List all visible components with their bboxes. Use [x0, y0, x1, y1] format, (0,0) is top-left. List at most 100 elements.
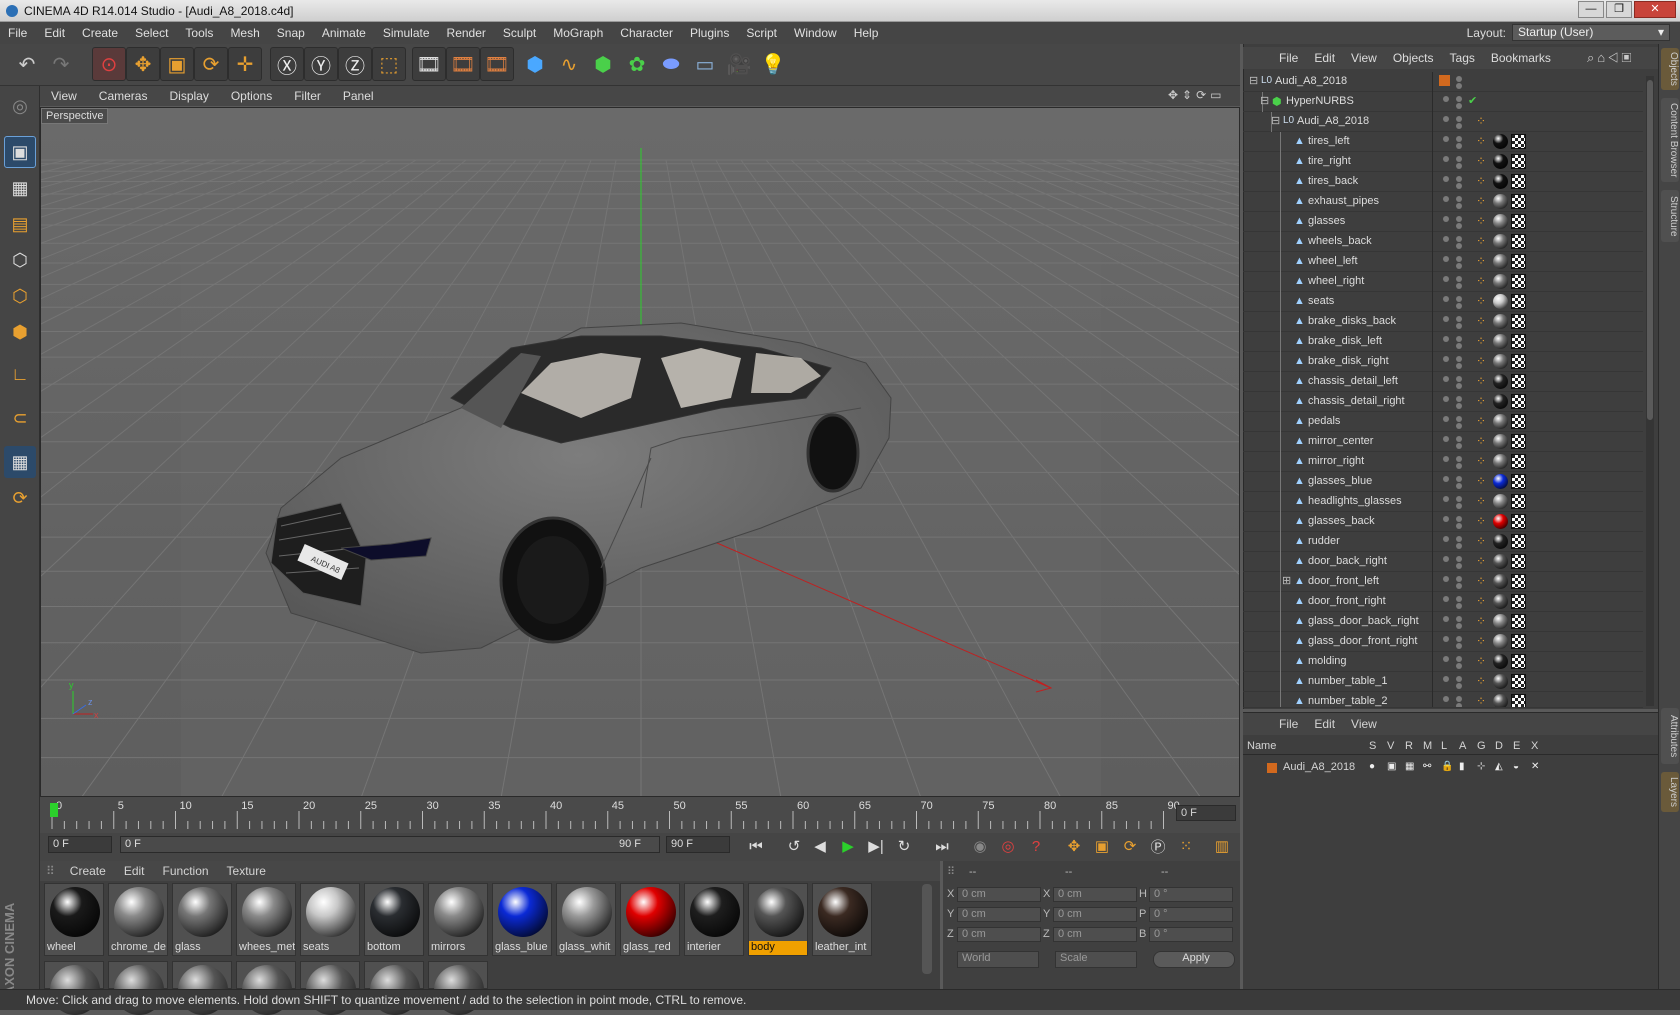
next-frame-icon[interactable]: ▶| — [864, 834, 888, 858]
layer-color-swatch[interactable] — [1267, 763, 1277, 773]
cube-icon[interactable]: ⬢ — [518, 47, 552, 81]
object-row[interactable]: ▲ number_table_1 ⁘ — [1243, 672, 1643, 692]
nurbs-icon[interactable]: ⬢ — [586, 47, 620, 81]
object-row[interactable]: ▲ door_front_right ⁘ — [1243, 592, 1643, 612]
render-visibility-dot[interactable] — [1456, 116, 1462, 122]
rotate-icon[interactable]: ⟳ — [194, 47, 228, 81]
locked-toggle-icon[interactable]: 🔒 — [1441, 761, 1453, 772]
objects-menu-file[interactable]: File — [1271, 51, 1306, 65]
object-row[interactable]: ▲ glass_door_front_right ⁘ — [1243, 632, 1643, 652]
phong-tag-icon[interactable]: ⁘ — [1476, 454, 1486, 468]
expand-toggle-icon[interactable]: ⊟ — [1271, 114, 1280, 127]
object-row[interactable]: ▲ glasses_blue ⁘ — [1243, 472, 1643, 492]
objects-menu-edit[interactable]: Edit — [1306, 51, 1343, 65]
render-visibility-dot[interactable] — [1456, 323, 1462, 329]
object-row[interactable]: ▲ chassis_detail_left ⁘ — [1243, 372, 1643, 392]
material-tag-icon[interactable] — [1493, 434, 1508, 449]
model-mode-icon[interactable]: ▣ — [4, 136, 36, 168]
scale-icon[interactable]: ▣ — [160, 47, 194, 81]
object-row[interactable]: ▲ glass_door_back_right ⁘ — [1243, 612, 1643, 632]
visible-toggle-icon[interactable]: ▣ — [1387, 761, 1396, 772]
render-visibility-dot[interactable] — [1456, 536, 1462, 542]
material-tag-icon[interactable] — [1493, 294, 1508, 309]
render-visibility-dot[interactable] — [1456, 516, 1462, 522]
editor-visibility-dot[interactable] — [1443, 336, 1449, 342]
material-tag-icon[interactable] — [1493, 514, 1508, 529]
phong-tag-icon[interactable]: ⁘ — [1476, 174, 1486, 188]
objects-menu-bookmarks[interactable]: Bookmarks — [1483, 51, 1559, 65]
phong-tag-icon[interactable]: ⁘ — [1476, 614, 1486, 628]
material-swatch[interactable]: leather_int — [812, 883, 872, 956]
x-axis-icon[interactable]: Ⓧ — [270, 47, 304, 81]
xref-toggle-icon[interactable]: ✕ — [1531, 761, 1539, 772]
texture-tag-icon[interactable] — [1511, 194, 1526, 209]
edges-mode-icon[interactable]: ⬡ — [4, 280, 36, 312]
editor-visibility-dot[interactable] — [1443, 296, 1449, 302]
object-row[interactable]: ▲ glasses ⁘ — [1243, 212, 1643, 232]
layer-column-name[interactable]: Name — [1247, 740, 1276, 752]
render-visibility-dot[interactable] — [1456, 236, 1462, 242]
material-tag-icon[interactable] — [1493, 494, 1508, 509]
render-visibility-dot[interactable] — [1456, 583, 1462, 589]
render-visibility-dot[interactable] — [1456, 663, 1462, 669]
phong-tag-icon[interactable]: ⁘ — [1476, 694, 1486, 707]
material-tag-icon[interactable] — [1493, 414, 1508, 429]
render-visibility-dot[interactable] — [1456, 203, 1462, 209]
tab-attributes[interactable]: Attributes — [1661, 708, 1679, 764]
material-swatch[interactable]: mirrors — [428, 883, 488, 956]
render-visibility-dot[interactable] — [1456, 356, 1462, 362]
material-swatch[interactable]: bottom — [364, 883, 424, 956]
material-tag-icon[interactable] — [1493, 534, 1508, 549]
array-icon[interactable]: ✿ — [620, 47, 654, 81]
menu-animate[interactable]: Animate — [314, 26, 375, 40]
material-swatch[interactable] — [236, 961, 296, 1015]
object-row[interactable]: ▲ molding ⁘ — [1243, 652, 1643, 672]
texture-tag-icon[interactable] — [1511, 154, 1526, 169]
layer-row[interactable]: Audi_A8_2018 ● ▣ ▦ ⚯ 🔒 ▮ ⊹ ◭ ◒ ✕ — [1243, 759, 1658, 777]
phong-tag-icon[interactable]: ⁘ — [1476, 254, 1486, 268]
material-tag-icon[interactable] — [1493, 394, 1508, 409]
object-row[interactable]: ▲ pedals ⁘ — [1243, 412, 1643, 432]
phong-tag-icon[interactable]: ⁘ — [1476, 594, 1486, 608]
render-visibility-dot[interactable] — [1456, 423, 1462, 429]
snapping-icon[interactable]: ▦ — [4, 446, 36, 478]
key-pla-icon[interactable]: ⁙ — [1174, 834, 1198, 858]
coordinate-mode-dropdown[interactable]: Scale — [1055, 951, 1137, 968]
editor-visibility-dot[interactable] — [1443, 396, 1449, 402]
material-swatch[interactable] — [172, 961, 232, 1015]
layer-column-d[interactable]: D — [1495, 740, 1503, 752]
go-to-start-icon[interactable]: ⏮ — [744, 834, 768, 858]
editor-visibility-dot[interactable] — [1443, 236, 1449, 242]
editor-visibility-dot[interactable] — [1443, 136, 1449, 142]
render-visibility-dot[interactable] — [1456, 303, 1462, 309]
material-tag-icon[interactable] — [1493, 274, 1508, 289]
keyframe-selection-icon[interactable]: ? — [1024, 834, 1048, 858]
apply-button[interactable]: Apply — [1153, 951, 1235, 968]
editor-visibility-dot[interactable] — [1443, 256, 1449, 262]
move-icon[interactable]: ✥ — [126, 47, 160, 81]
minimize-button[interactable]: — — [1578, 1, 1604, 18]
object-row[interactable]: ⊟ L0 Audi_A8_2018 ⁘ — [1243, 112, 1643, 132]
menu-plugins[interactable]: Plugins — [682, 26, 738, 40]
solo-toggle-icon[interactable]: ● — [1369, 761, 1375, 772]
locked-workplane-icon[interactable]: ⟳ — [4, 482, 36, 514]
texture-mode-icon[interactable]: ▦ — [4, 172, 36, 204]
tab-content-browser[interactable]: Content Browser — [1661, 98, 1679, 182]
render-visibility-dot[interactable] — [1456, 216, 1462, 222]
render-visibility-dot[interactable] — [1456, 296, 1462, 302]
object-row[interactable]: ▲ seats ⁘ — [1243, 292, 1643, 312]
light-icon[interactable]: 💡 — [756, 47, 790, 81]
layer-column-l[interactable]: L — [1441, 740, 1447, 752]
render-visibility-dot[interactable] — [1456, 683, 1462, 689]
material-tag-icon[interactable] — [1493, 694, 1508, 707]
viewport-menu-view[interactable]: View — [40, 89, 88, 103]
texture-tag-icon[interactable] — [1511, 214, 1526, 229]
material-tag-icon[interactable] — [1493, 154, 1508, 169]
texture-tag-icon[interactable] — [1511, 174, 1526, 189]
material-menu-edit[interactable]: Edit — [115, 864, 154, 878]
texture-tag-icon[interactable] — [1511, 674, 1526, 689]
viewport-menu-cameras[interactable]: Cameras — [88, 89, 159, 103]
object-row[interactable]: ▲ brake_disk_left ⁘ — [1243, 332, 1643, 352]
material-swatch[interactable]: whees_met — [236, 883, 296, 956]
render-visibility-dot[interactable] — [1456, 96, 1462, 102]
